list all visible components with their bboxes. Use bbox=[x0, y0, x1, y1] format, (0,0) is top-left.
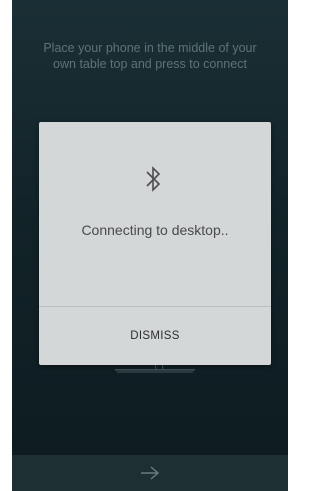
dialog-message: Connecting to desktop.. bbox=[81, 222, 229, 238]
arrow-right-icon[interactable] bbox=[139, 465, 161, 481]
bottom-bar bbox=[12, 455, 288, 491]
dismiss-button[interactable]: DISMISS bbox=[39, 307, 271, 365]
bluetooth-icon bbox=[146, 166, 161, 192]
connecting-dialog: Connecting to desktop.. DISMISS bbox=[39, 122, 271, 365]
connect-instruction: Place your phone in the middle of your o… bbox=[43, 41, 257, 71]
phone-screen: Place your phone in the middle of your o… bbox=[12, 0, 288, 491]
